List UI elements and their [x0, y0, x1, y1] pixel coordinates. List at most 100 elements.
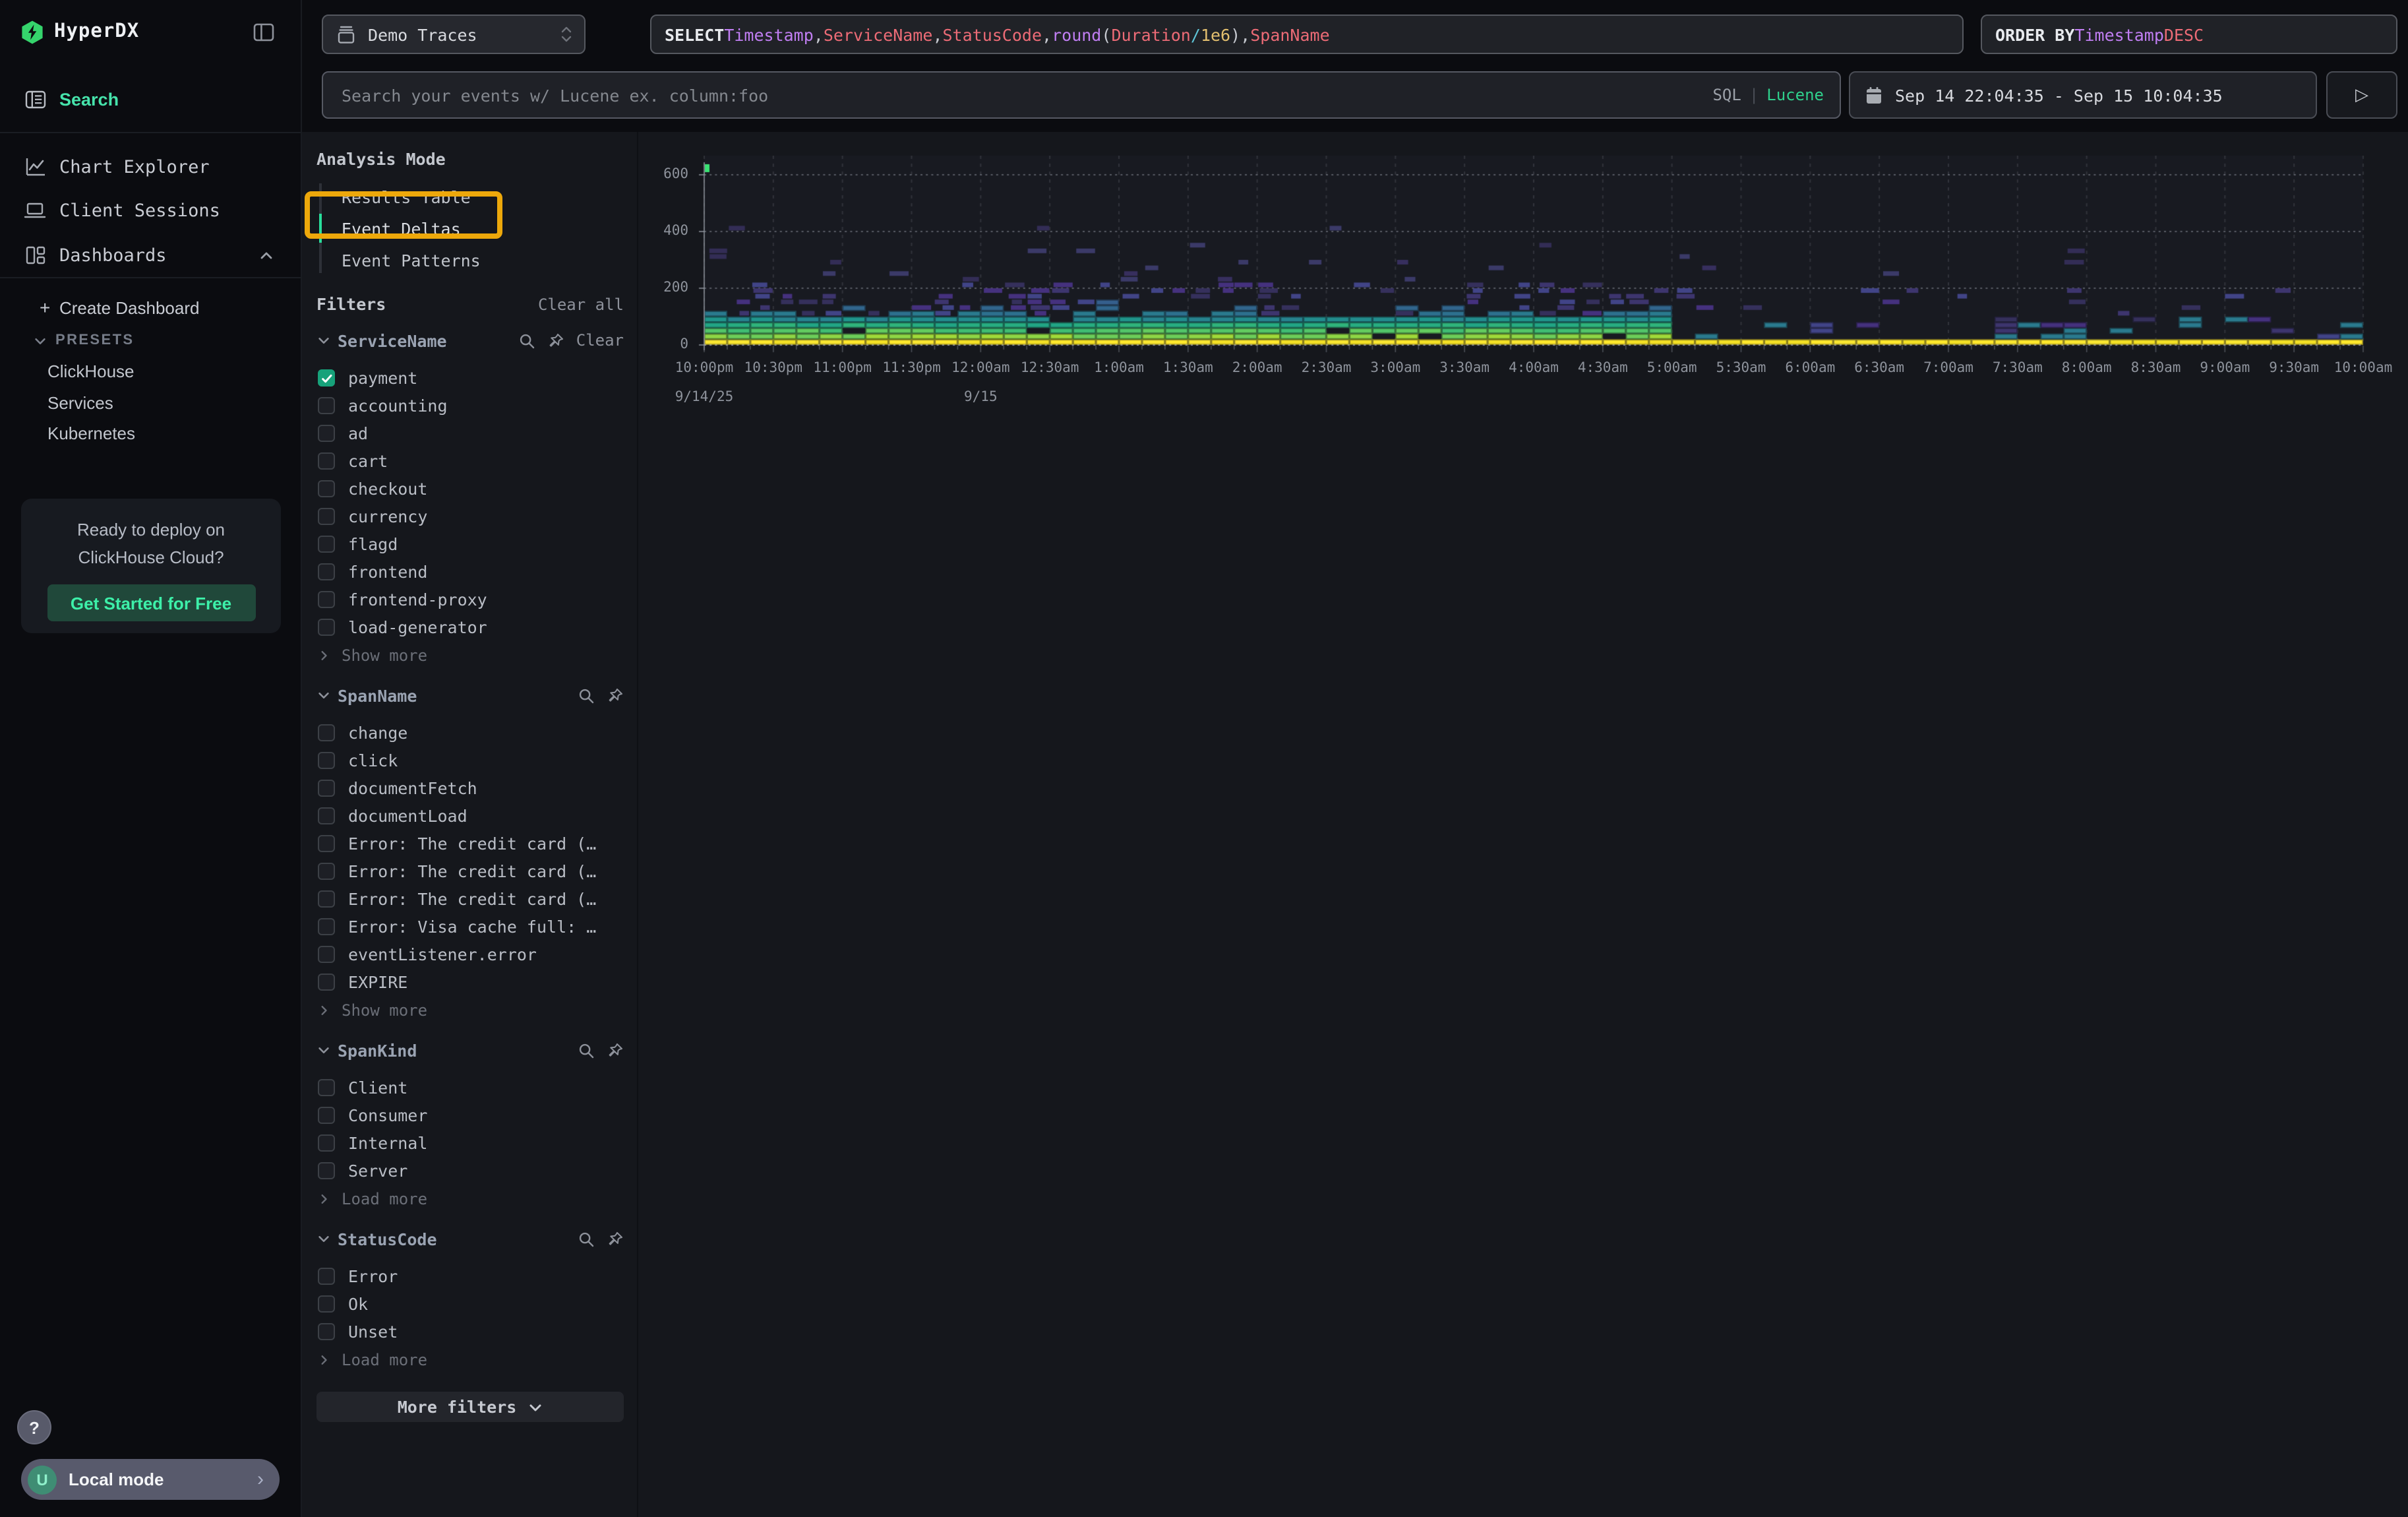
- filter-checkbox-row[interactable]: documentLoad: [316, 802, 624, 830]
- filter-checkbox-row[interactable]: payment: [316, 364, 624, 392]
- preset-services[interactable]: Services: [47, 393, 113, 413]
- filter-section-header[interactable]: ServiceNameClear: [316, 325, 624, 356]
- pin-icon[interactable]: [547, 332, 564, 349]
- checkbox[interactable]: [318, 724, 335, 741]
- search-icon[interactable]: [518, 332, 535, 349]
- checkbox[interactable]: [318, 974, 335, 991]
- search-icon[interactable]: [578, 1230, 595, 1247]
- mode-event-patterns[interactable]: Event Patterns: [316, 244, 624, 276]
- show-more-button[interactable]: Show more: [316, 641, 624, 669]
- checkbox[interactable]: [318, 752, 335, 769]
- filter-checkbox-row[interactable]: Internal: [316, 1129, 624, 1157]
- search-input[interactable]: [339, 84, 1712, 106]
- preset-kubernetes[interactable]: Kubernetes: [47, 423, 135, 443]
- chevron-up-icon[interactable]: [258, 247, 274, 263]
- filter-checkbox-row[interactable]: load-generator: [316, 613, 624, 641]
- filter-checkbox-row[interactable]: Error: The credit card (…: [316, 830, 624, 857]
- duration-heatmap[interactable]: [694, 156, 2387, 356]
- search-bar[interactable]: SQL | Lucene: [322, 71, 1841, 119]
- sidebar-item-search[interactable]: Search: [0, 79, 301, 120]
- checkbox[interactable]: [318, 425, 335, 442]
- filter-checkbox-row[interactable]: Unset: [316, 1318, 624, 1346]
- filter-checkbox-row[interactable]: change: [316, 719, 624, 747]
- filter-section-header[interactable]: SpanName: [316, 679, 624, 711]
- checkbox[interactable]: [318, 508, 335, 525]
- checkbox[interactable]: [318, 807, 335, 824]
- checkbox[interactable]: [318, 536, 335, 553]
- time-range-picker[interactable]: Sep 14 22:04:35 - Sep 15 10:04:35: [1849, 71, 2317, 119]
- checkbox[interactable]: [318, 835, 335, 852]
- filter-checkbox-row[interactable]: frontend-proxy: [316, 586, 624, 613]
- create-dashboard-button[interactable]: + Create Dashboard: [0, 293, 301, 322]
- checkbox[interactable]: [318, 591, 335, 608]
- filter-section-header[interactable]: SpanKind: [316, 1034, 624, 1066]
- sidebar-item-chart-explorer[interactable]: Chart Explorer: [0, 146, 301, 187]
- sidebar-item-client-sessions[interactable]: Client Sessions: [0, 190, 301, 231]
- checkbox[interactable]: [318, 1107, 335, 1124]
- filter-section-header[interactable]: StatusCode: [316, 1223, 624, 1254]
- checkbox[interactable]: [318, 1323, 335, 1340]
- checkbox[interactable]: [318, 890, 335, 908]
- order-by-editor[interactable]: ORDER BY Timestamp DESC: [1981, 15, 2397, 54]
- checkbox[interactable]: [318, 397, 335, 414]
- local-mode-button[interactable]: U Local mode ›: [21, 1459, 280, 1500]
- preset-clickhouse[interactable]: ClickHouse: [47, 361, 135, 381]
- filter-checkbox-row[interactable]: cart: [316, 447, 624, 475]
- filter-checkbox-row[interactable]: Consumer: [316, 1101, 624, 1129]
- load-more-button[interactable]: Load more: [316, 1185, 624, 1212]
- filter-checkbox-row[interactable]: click: [316, 747, 624, 774]
- mode-event-deltas[interactable]: Event Deltas: [316, 212, 624, 244]
- checkbox[interactable]: [318, 946, 335, 963]
- load-more-button[interactable]: Load more: [316, 1346, 624, 1373]
- mode-sql-toggle[interactable]: SQL: [1712, 86, 1741, 104]
- filter-checkbox-row[interactable]: flagd: [316, 530, 624, 558]
- more-filters-button[interactable]: More filters: [316, 1392, 624, 1422]
- run-query-button[interactable]: ▷: [2326, 71, 2397, 119]
- checkbox[interactable]: [318, 1134, 335, 1152]
- checkbox[interactable]: [318, 369, 335, 387]
- mode-lucene-toggle[interactable]: Lucene: [1766, 86, 1824, 104]
- checkbox[interactable]: [318, 480, 335, 497]
- clear-filter-button[interactable]: Clear: [576, 331, 624, 350]
- filter-checkbox-row[interactable]: Server: [316, 1157, 624, 1185]
- checkbox[interactable]: [318, 1268, 335, 1285]
- search-icon[interactable]: [578, 1041, 595, 1059]
- filter-checkbox-row[interactable]: documentFetch: [316, 774, 624, 802]
- pin-icon[interactable]: [607, 1041, 624, 1059]
- checkbox[interactable]: [318, 918, 335, 935]
- filter-checkbox-row[interactable]: Error: Visa cache full: …: [316, 913, 624, 941]
- filter-checkbox-row[interactable]: frontend: [316, 558, 624, 586]
- clear-all-button[interactable]: Clear all: [538, 295, 624, 313]
- filter-checkbox-row[interactable]: Ok: [316, 1290, 624, 1318]
- checkbox[interactable]: [318, 1079, 335, 1096]
- filter-checkbox-row[interactable]: eventListener.error: [316, 941, 624, 968]
- show-more-button[interactable]: Show more: [316, 996, 624, 1024]
- filter-checkbox-row[interactable]: Error: [316, 1262, 624, 1290]
- search-icon[interactable]: [578, 687, 595, 704]
- filter-checkbox-row[interactable]: EXPIRE: [316, 968, 624, 996]
- sql-select-editor[interactable]: SELECT Timestamp, ServiceName, StatusCod…: [650, 15, 1964, 54]
- checkbox[interactable]: [318, 563, 335, 580]
- checkbox[interactable]: [318, 1162, 335, 1179]
- mode-results-table[interactable]: Results Table: [316, 181, 624, 212]
- hyperdx-logo-icon[interactable]: [20, 20, 45, 45]
- checkbox[interactable]: [318, 863, 335, 880]
- collapse-sidebar-icon[interactable]: [253, 22, 274, 42]
- checkbox[interactable]: [318, 619, 335, 636]
- checkbox[interactable]: [318, 452, 335, 470]
- help-button[interactable]: ?: [17, 1410, 51, 1444]
- filter-checkbox-row[interactable]: accounting: [316, 392, 624, 419]
- presets-toggle[interactable]: PRESETS: [0, 326, 301, 355]
- filter-checkbox-row[interactable]: checkout: [316, 475, 624, 503]
- filter-checkbox-row[interactable]: Error: The credit card (…: [316, 857, 624, 885]
- pin-icon[interactable]: [607, 687, 624, 704]
- filter-checkbox-row[interactable]: ad: [316, 419, 624, 447]
- checkbox[interactable]: [318, 780, 335, 797]
- filter-checkbox-row[interactable]: Client: [316, 1074, 624, 1101]
- filter-checkbox-row[interactable]: Error: The credit card (…: [316, 885, 624, 913]
- data-source-select[interactable]: Demo Traces: [322, 15, 586, 54]
- sidebar-item-dashboards[interactable]: Dashboards: [0, 235, 301, 276]
- filter-checkbox-row[interactable]: currency: [316, 503, 624, 530]
- checkbox[interactable]: [318, 1295, 335, 1313]
- get-started-button[interactable]: Get Started for Free: [47, 584, 255, 621]
